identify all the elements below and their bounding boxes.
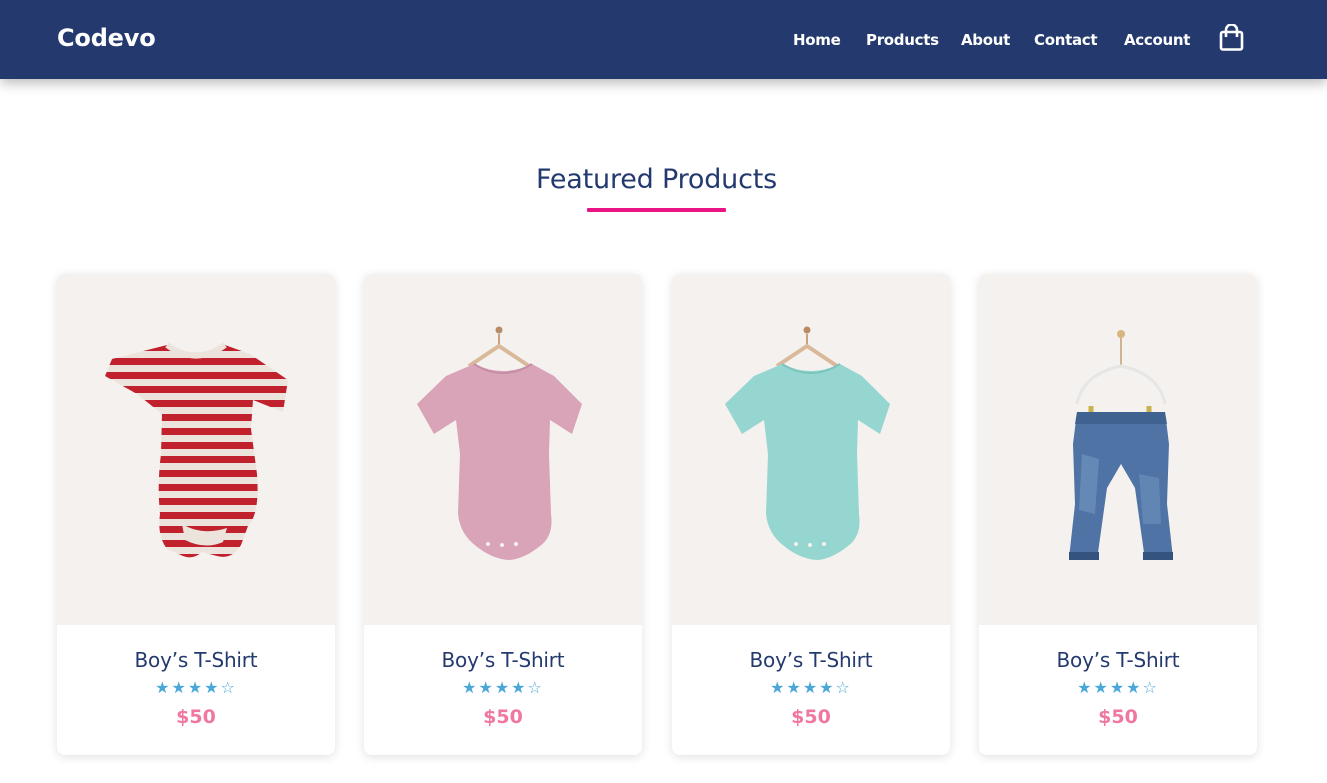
product-name[interactable]: Boy’s T-Shirt (57, 648, 335, 672)
product-image[interactable] (57, 274, 335, 625)
nav-about[interactable]: About (961, 31, 1010, 49)
nav-products[interactable]: Products (866, 31, 939, 49)
nav-contact[interactable]: Contact (1034, 31, 1098, 49)
product-image[interactable] (979, 274, 1257, 625)
rating-stars: ★★★★☆ (155, 678, 237, 697)
product-card[interactable]: Boy’s T-Shirt ★★★★☆ $50 (364, 274, 642, 755)
product-image[interactable] (364, 274, 642, 625)
product-price: $50 (176, 706, 216, 728)
product-card[interactable]: Boy’s T-Shirt ★★★★☆ $50 (979, 274, 1257, 755)
product-name[interactable]: Boy’s T-Shirt (364, 648, 642, 672)
logo[interactable]: Codevo (57, 24, 156, 52)
product-name[interactable]: Boy’s T-Shirt (979, 648, 1257, 672)
navbar: Codevo Home Products About Contact Accou… (0, 0, 1327, 79)
product-price: $50 (791, 706, 831, 728)
product-price: $50 (483, 706, 523, 728)
nav-account[interactable]: Account (1124, 31, 1190, 49)
title-underline (587, 208, 726, 212)
rating-stars: ★★★★☆ (1077, 678, 1159, 697)
shopping-bag-icon[interactable] (1219, 23, 1244, 51)
teal-bodysuit-image (725, 326, 890, 560)
nav-home[interactable]: Home (793, 31, 841, 49)
rating-stars: ★★★★☆ (770, 678, 852, 697)
product-name[interactable]: Boy’s T-Shirt (672, 648, 950, 672)
section-title: Featured Products (536, 164, 777, 195)
product-image[interactable] (672, 274, 950, 625)
denim-dungarees-image (1069, 330, 1173, 560)
red-striped-bodysuit-image (105, 342, 288, 558)
rating-stars: ★★★★☆ (462, 678, 544, 697)
product-card[interactable]: Boy’s T-Shirt ★★★★☆ $50 (672, 274, 950, 755)
product-card[interactable]: Boy’s T-Shirt ★★★★☆ $50 (57, 274, 335, 755)
product-price: $50 (1098, 706, 1138, 728)
pink-bodysuit-image (417, 326, 582, 560)
